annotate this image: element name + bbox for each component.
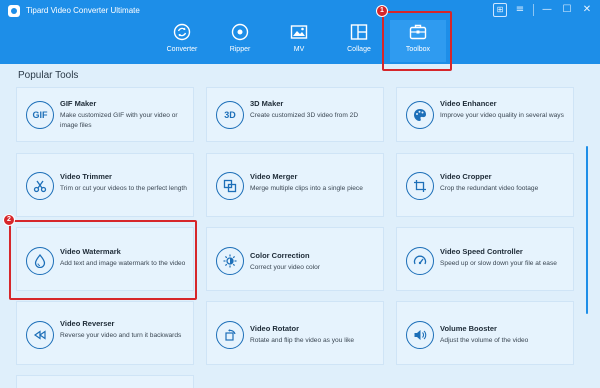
step-badge-1: 1 xyxy=(376,5,388,17)
merge-icon xyxy=(216,172,244,200)
tool-description: Create customized 3D video from 2D xyxy=(250,112,359,119)
gif-icon: GIF xyxy=(26,101,54,129)
tab-ripper[interactable]: Ripper xyxy=(212,20,268,62)
tool-title: 3D Maker xyxy=(250,99,284,108)
tool-title: Video Reverser xyxy=(60,319,115,328)
tool-card-video-trimmer[interactable]: Video Trimmer Trim or cut your videos to… xyxy=(16,153,194,217)
app-title: Tipard Video Converter Ultimate xyxy=(26,6,140,15)
tool-card-volume-booster[interactable]: Volume Booster Adjust the volume of the … xyxy=(396,301,574,365)
highlight-toolbox xyxy=(382,11,452,71)
tool-title: Video Enhancer xyxy=(440,99,497,108)
tab-label: MV xyxy=(293,46,305,53)
tool-description: Merge multiple clips into a single piece xyxy=(250,185,363,192)
tool-description: Reverse your video and turn it backwards xyxy=(60,332,182,339)
tool-title: Color Correction xyxy=(250,251,310,260)
3d-icon: 3D xyxy=(216,101,244,129)
volume-icon xyxy=(406,321,434,349)
tool-card-3d-maker[interactable]: 3D 3D Maker Create customized 3D video f… xyxy=(206,87,384,142)
tool-card-video-rotator[interactable]: Video Rotator Rotate and flip the video … xyxy=(206,301,384,365)
crop-icon xyxy=(406,172,434,200)
title-bar: Tipard Video Converter Ultimate ⊞ ≡ — ☐ … xyxy=(0,0,600,64)
rotate-icon xyxy=(216,321,244,349)
tool-title: Video Rotator xyxy=(250,324,300,333)
tool-title: Video Speed Controller xyxy=(440,247,523,256)
tool-title: Video Merger xyxy=(250,172,298,181)
tool-card-video-reverser[interactable]: Video Reverser Reverse your video and tu… xyxy=(16,301,194,365)
tab-collage[interactable]: Collage xyxy=(331,20,387,62)
tab-converter[interactable]: Converter xyxy=(154,20,210,62)
tab-label: Collage xyxy=(347,46,371,53)
separator xyxy=(533,4,534,16)
tool-title: Volume Booster xyxy=(440,324,497,333)
rewind-icon xyxy=(26,321,54,349)
sun-icon xyxy=(216,247,244,275)
scrollbar-thumb[interactable] xyxy=(586,146,588,314)
collage-icon xyxy=(350,24,368,40)
maximize-button[interactable]: ☐ xyxy=(560,3,574,17)
tool-title: Video Trimmer xyxy=(60,172,112,181)
tool-card-partial[interactable] xyxy=(16,375,194,388)
tool-description: Improve your video quality in several wa… xyxy=(440,112,564,119)
tool-title: Video Cropper xyxy=(440,172,492,181)
window-controls: ⊞ ≡ — ☐ ✕ xyxy=(493,3,594,17)
highlight-video-watermark xyxy=(9,220,197,300)
converter-icon xyxy=(173,23,191,41)
tool-title: GIF Maker xyxy=(60,99,97,108)
speedometer-icon xyxy=(406,247,434,275)
tool-card-video-merger[interactable]: Video Merger Merge multiple clips into a… xyxy=(206,153,384,217)
tool-description: Rotate and flip the video as you like xyxy=(250,337,355,344)
minimize-button[interactable]: — xyxy=(540,3,554,17)
tool-description: Crop the redundant video footage xyxy=(440,185,539,192)
menu-icon[interactable]: ≡ xyxy=(513,3,527,17)
palette-icon xyxy=(406,101,434,129)
tool-card-color-correction[interactable]: Color Correction Correct your video colo… xyxy=(206,227,384,291)
tool-card-video-cropper[interactable]: Video Cropper Crop the redundant video f… xyxy=(396,153,574,217)
close-button[interactable]: ✕ xyxy=(580,3,594,17)
main-nav: Converter Ripper MV Collage Toolbox xyxy=(0,20,600,64)
tool-description: Make customized GIF with your video or i… xyxy=(60,112,178,129)
tool-card-gif-maker[interactable]: GIF GIF Maker Make customized GIF with y… xyxy=(16,87,194,142)
mv-icon xyxy=(290,25,308,39)
tool-card-video-enhancer[interactable]: Video Enhancer Improve your video qualit… xyxy=(396,87,574,142)
tab-mv[interactable]: MV xyxy=(271,20,327,62)
section-title: Popular Tools xyxy=(18,70,79,81)
tool-description: Correct your video color xyxy=(250,264,320,271)
scissors-icon xyxy=(26,172,54,200)
step-badge-2: 2 xyxy=(3,214,15,226)
tab-label: Converter xyxy=(166,46,198,53)
tool-description: Speed up or slow down your file at ease xyxy=(440,260,557,267)
app-logo-icon xyxy=(8,5,20,17)
tool-description: Adjust the volume of the video xyxy=(440,337,529,344)
feedback-icon[interactable]: ⊞ xyxy=(493,3,507,17)
ripper-icon xyxy=(231,23,249,41)
tool-card-video-speed-controller[interactable]: Video Speed Controller Speed up or slow … xyxy=(396,227,574,291)
tab-label: Ripper xyxy=(229,46,251,53)
tool-description: Trim or cut your videos to the perfect l… xyxy=(60,185,187,192)
